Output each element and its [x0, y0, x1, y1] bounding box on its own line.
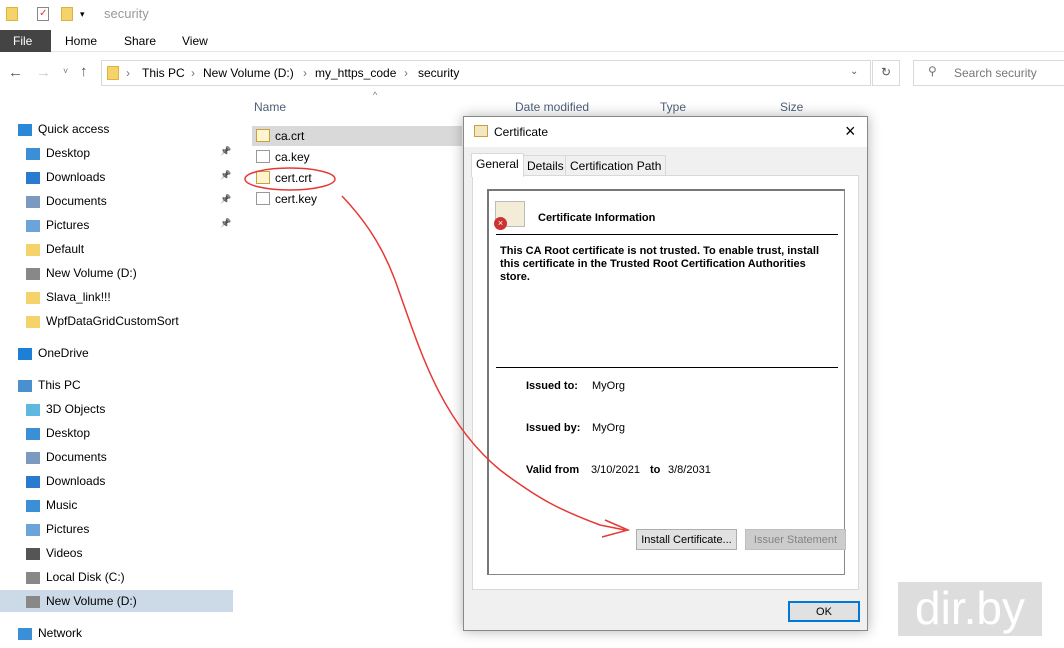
- annotation-circle: [244, 167, 336, 191]
- annotation-arrow: [341, 195, 626, 531]
- annotation-overlay: [244, 167, 631, 538]
- watermark: dir.by: [898, 582, 1042, 636]
- tab-general[interactable]: General: [471, 153, 524, 177]
